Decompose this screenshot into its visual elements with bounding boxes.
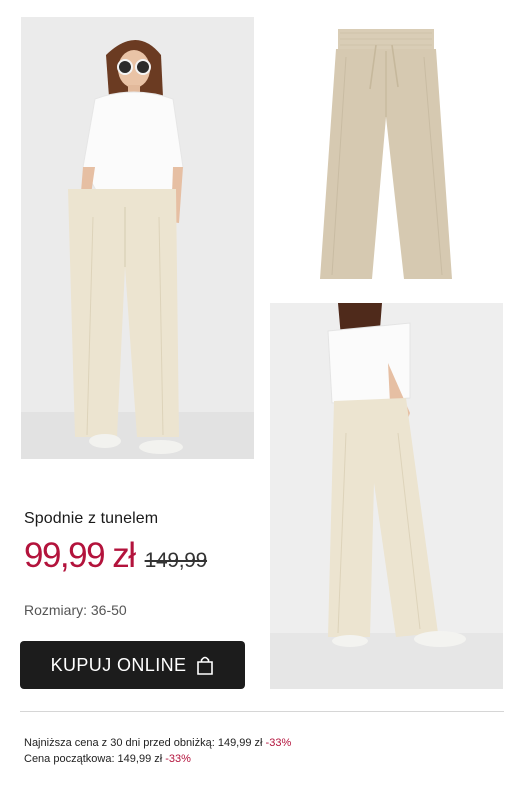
product-photo-front[interactable]: [21, 17, 254, 459]
size-range: Rozmiary: 36-50: [24, 602, 127, 618]
lowest-price-note: Najniższa cena z 30 dni przed obniżką: 1…: [24, 735, 291, 751]
shopping-bag-icon: [197, 656, 214, 675]
lowest-price-label: Najniższa cena z 30 dni przed obniżką: 1…: [24, 737, 263, 749]
model-front-illustration: [21, 17, 254, 459]
buy-online-label: KUPUJ ONLINE: [50, 654, 187, 675]
current-price: 99,99 zł: [24, 536, 136, 575]
trousers-flatlay-illustration: [306, 17, 476, 285]
price-footnotes: Najniższa cena z 30 dni przed obniżką: 1…: [24, 735, 291, 767]
divider: [20, 711, 504, 712]
lowest-price-discount: -33%: [265, 737, 292, 749]
model-back-illustration: [270, 303, 503, 689]
initial-price-discount: -33%: [165, 753, 191, 765]
product-photo-back[interactable]: [270, 303, 503, 689]
initial-price-note: Cena początkowa: 149,99 zł -33%: [24, 751, 291, 767]
price-row: 99,99 zł 149,99: [24, 536, 207, 576]
product-photo-flatlay[interactable]: [306, 17, 476, 285]
buy-online-button[interactable]: KUPUJ ONLINE: [20, 641, 245, 689]
initial-price-label: Cena początkowa: 149,99 zł: [24, 753, 163, 765]
old-price: 149,99: [144, 549, 208, 572]
product-title: Spodnie z tunelem: [24, 510, 159, 527]
